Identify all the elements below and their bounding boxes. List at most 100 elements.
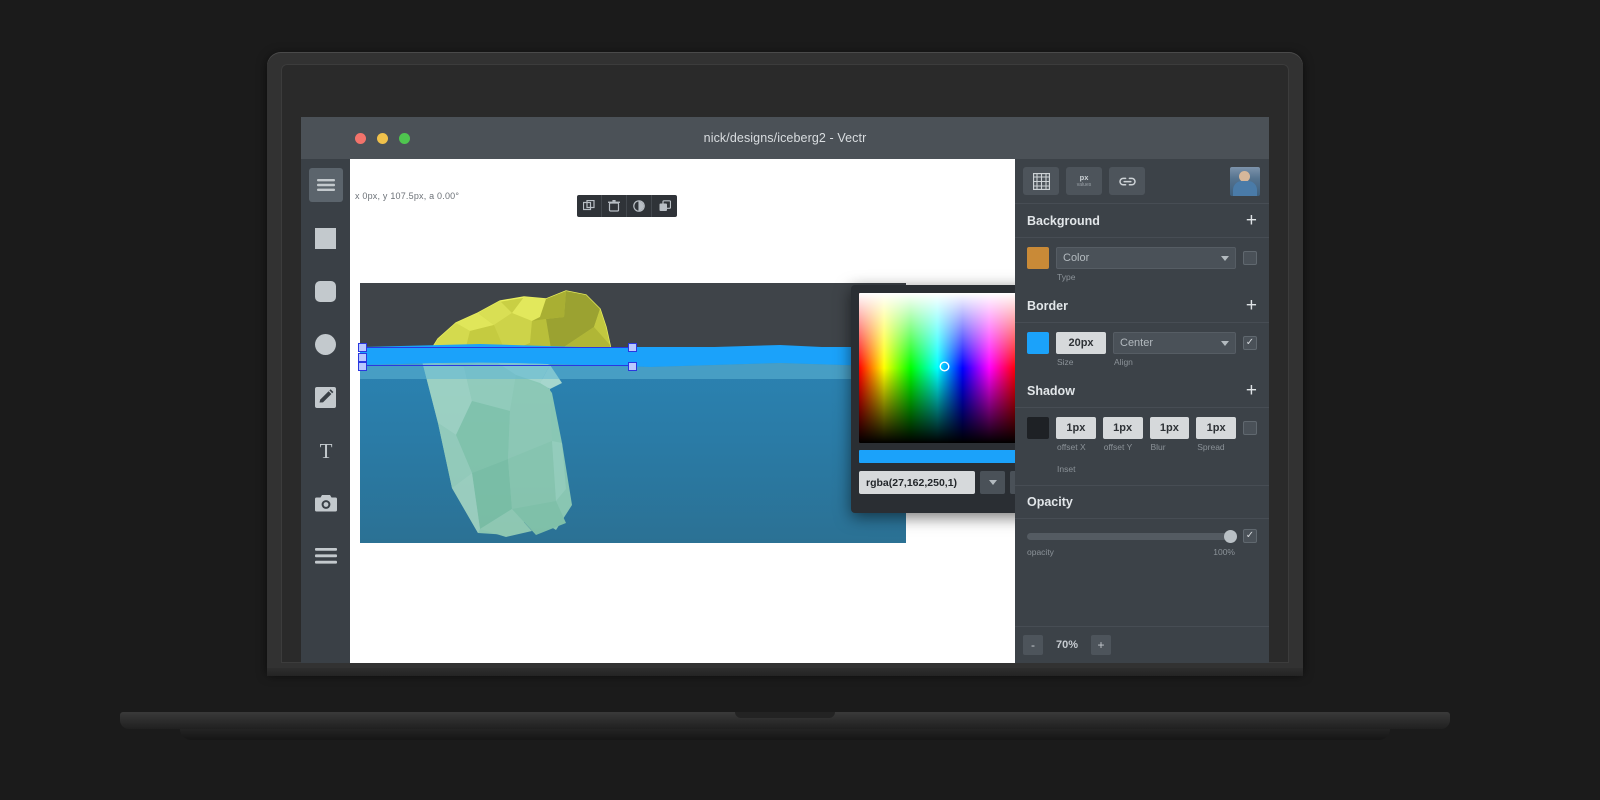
zoom-level-value: 70%: [1043, 639, 1091, 651]
alpha-slider[interactable]: [859, 450, 1015, 463]
shadow-offsety-input[interactable]: 1px: [1103, 417, 1143, 439]
minimize-button[interactable]: [377, 133, 388, 144]
panel-toolbar: px values: [1015, 159, 1269, 204]
duplicate-button[interactable]: [577, 195, 602, 217]
selection-handle-ml[interactable]: [358, 353, 367, 362]
shadow-inset-label: Inset: [1056, 464, 1075, 474]
zoom-out-button[interactable]: -: [1023, 635, 1043, 655]
delete-button[interactable]: [602, 195, 627, 217]
picker-main: [859, 293, 1015, 443]
artboard[interactable]: [360, 283, 906, 543]
canvas-area[interactable]: x 0px, y 107.5px, a 0.00°: [350, 159, 1015, 663]
selection-handle-br[interactable]: [628, 362, 637, 371]
add-border-button[interactable]: +: [1246, 296, 1257, 315]
laptop-hinge: [267, 668, 1303, 676]
section-title-border: Border: [1027, 299, 1068, 313]
tool-image[interactable]: [309, 486, 343, 520]
background-type-select[interactable]: Color: [1056, 247, 1236, 269]
maximize-button[interactable]: [399, 133, 410, 144]
close-button[interactable]: [355, 133, 366, 144]
section-header-shadow: Shadow +: [1015, 374, 1269, 408]
selection-handle-tl[interactable]: [358, 343, 367, 352]
border-align-label: Align: [1113, 357, 1236, 367]
chain-link-icon: [1118, 174, 1137, 189]
opacity-labels: opacity 100%: [1015, 543, 1269, 557]
opacity-enabled-checkbox[interactable]: [1243, 529, 1257, 543]
selection-outline-bottom: [362, 365, 634, 366]
tool-ellipse[interactable]: [309, 327, 343, 361]
units-top-label: px: [1080, 174, 1089, 182]
pencil-icon: [315, 387, 336, 408]
border-color-swatch[interactable]: [1027, 332, 1049, 354]
border-visible-checkbox[interactable]: [1243, 336, 1257, 350]
color-picker-popover[interactable]: rgba(27,162,250,1): [851, 285, 1015, 513]
tool-text[interactable]: T: [309, 433, 343, 467]
zoom-controls: - 70% +: [1015, 626, 1269, 663]
color-format-dropdown[interactable]: [980, 471, 1005, 494]
app-body: T: [301, 159, 1269, 663]
screenshot-stage: nick/designs/iceberg2 - Vectr: [0, 0, 1600, 800]
arrange-button[interactable]: [652, 195, 677, 217]
background-type-label: Type: [1056, 272, 1236, 282]
coordinate-tooltip: x 0px, y 107.5px, a 0.00°: [355, 191, 459, 201]
border-row: 20px Size Center Align: [1015, 323, 1269, 374]
units-button[interactable]: px values: [1066, 167, 1102, 195]
opacity-label: opacity: [1027, 547, 1054, 557]
selection-handle-bl[interactable]: [358, 362, 367, 371]
opacity-slider-knob[interactable]: [1224, 530, 1237, 543]
camera-icon: [315, 494, 337, 512]
section-title-background: Background: [1027, 214, 1100, 228]
traffic-lights: [355, 133, 410, 144]
shadow-color-swatch[interactable]: [1027, 417, 1049, 439]
color-value-input[interactable]: rgba(27,162,250,1): [859, 471, 975, 494]
tool-rounded-rectangle[interactable]: [309, 274, 343, 308]
add-shadow-button[interactable]: +: [1246, 381, 1257, 400]
add-background-button[interactable]: +: [1246, 211, 1257, 230]
square-icon: [315, 228, 336, 249]
flip-button[interactable]: [627, 195, 652, 217]
shadow-offsety-label: offset Y: [1103, 442, 1143, 452]
user-avatar[interactable]: [1230, 167, 1260, 196]
tool-menu[interactable]: [309, 168, 343, 202]
background-type-value: Color: [1063, 252, 1089, 264]
avatar-body: [1233, 181, 1257, 196]
trash-icon: [608, 200, 620, 212]
context-toolbar: [577, 195, 677, 217]
picker-cursor-icon: [939, 361, 950, 372]
opacity-value: 100%: [1213, 547, 1235, 557]
layers-icon: [315, 548, 337, 564]
section-title-shadow: Shadow: [1027, 384, 1075, 398]
flip-icon: [633, 200, 645, 212]
grid-button[interactable]: [1023, 167, 1059, 195]
background-color-swatch[interactable]: [1027, 247, 1049, 269]
chevron-down-icon: [1221, 341, 1229, 346]
laptop-base-lip: [180, 729, 1390, 740]
tool-layers[interactable]: [309, 539, 343, 573]
laptop-base-notch: [735, 712, 835, 718]
text-t-icon: T: [316, 440, 336, 461]
background-visible-checkbox[interactable]: [1243, 251, 1257, 265]
shadow-offsetx-input[interactable]: 1px: [1056, 417, 1096, 439]
window-titlebar: nick/designs/iceberg2 - Vectr: [301, 117, 1269, 159]
left-toolbar: T: [301, 159, 350, 663]
circle-icon: [315, 334, 336, 355]
tool-pen[interactable]: [309, 380, 343, 414]
link-button[interactable]: [1109, 167, 1145, 195]
zoom-in-button[interactable]: +: [1091, 635, 1111, 655]
water-surface-shape: [360, 283, 906, 543]
eyedropper-button[interactable]: [1010, 471, 1015, 494]
picker-footer: rgba(27,162,250,1): [859, 471, 1015, 494]
hamburger-icon: [316, 178, 336, 192]
duplicate-icon: [583, 200, 595, 212]
border-align-select[interactable]: Center: [1113, 332, 1236, 354]
saturation-value-box[interactable]: [859, 293, 1015, 443]
chevron-down-icon: [1221, 256, 1229, 261]
shadow-visible-checkbox[interactable]: [1243, 421, 1257, 435]
border-size-input[interactable]: 20px: [1056, 332, 1106, 354]
selection-handle-tr[interactable]: [628, 343, 637, 352]
shadow-blur-input[interactable]: 1px: [1150, 417, 1190, 439]
tool-rectangle[interactable]: [309, 221, 343, 255]
layer-order-icon: [659, 200, 671, 212]
opacity-slider[interactable]: [1027, 533, 1235, 540]
shadow-spread-input[interactable]: 1px: [1196, 417, 1236, 439]
